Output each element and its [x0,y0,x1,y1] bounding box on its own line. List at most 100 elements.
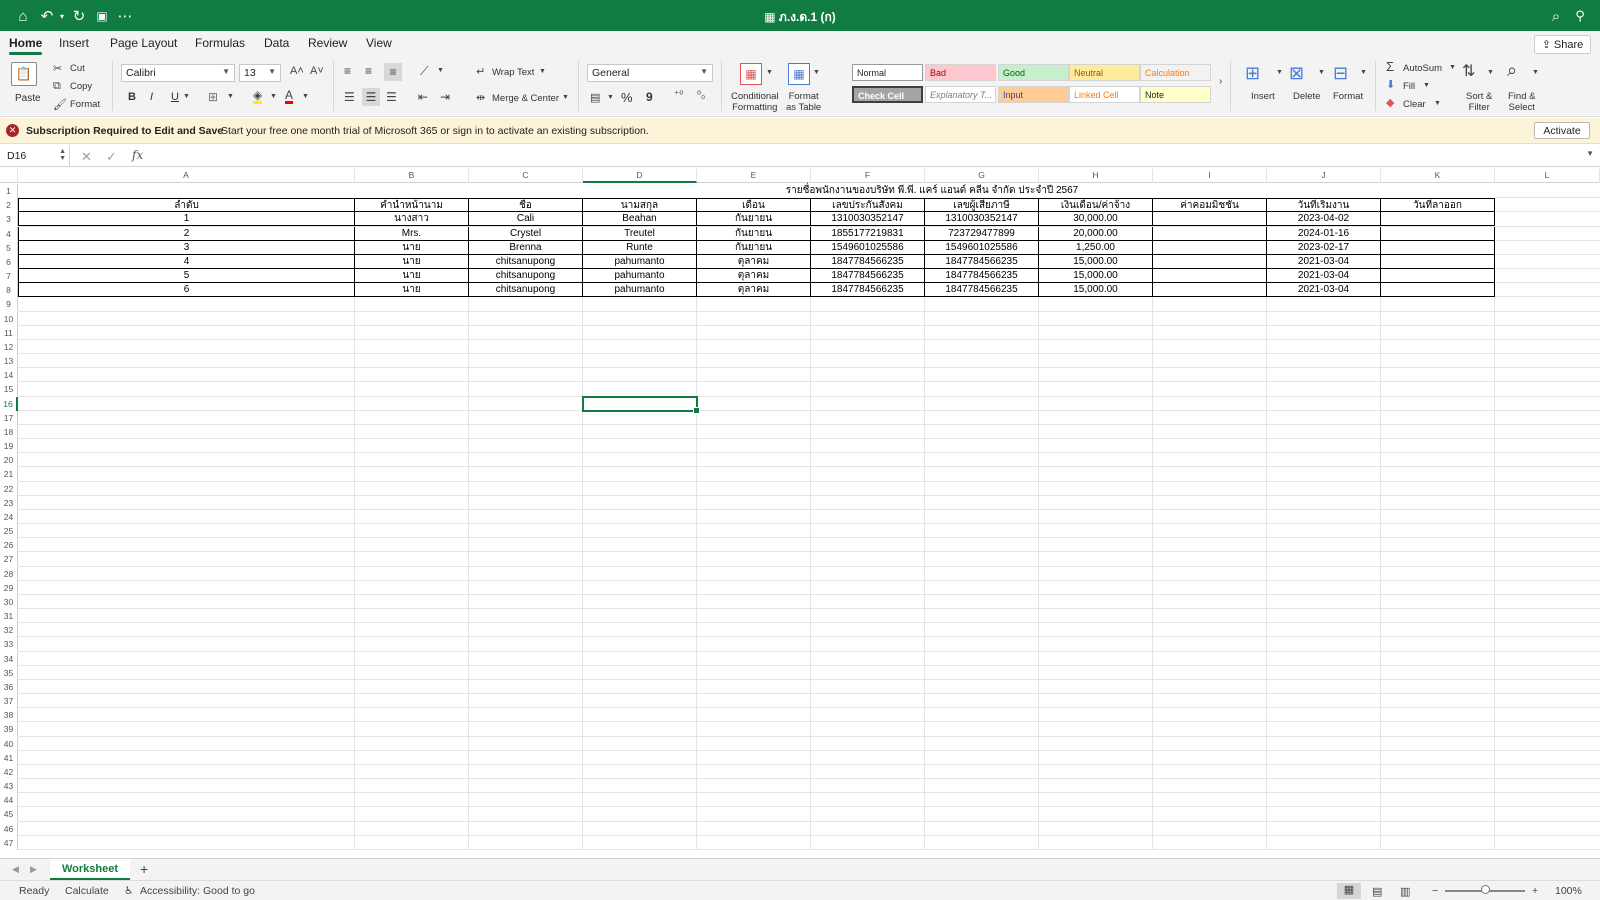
cut-icon[interactable]: ✂ [53,62,62,75]
row-header[interactable]: 35 [0,665,18,680]
row-header[interactable]: 39 [0,722,18,737]
delete-cells-button[interactable]: Delete [1293,91,1320,102]
row-header[interactable]: 17 [0,410,18,425]
table-cell[interactable]: กันยายน [697,212,811,227]
table-cell[interactable]: Cali [469,212,583,227]
table-cell[interactable] [1381,240,1495,255]
table-cell[interactable]: 2023-02-17 [1267,240,1381,255]
align-right-icon[interactable]: ☰ [386,90,397,104]
name-box[interactable]: D16 ▲ ▼ [0,145,70,167]
selected-cell-d16[interactable] [582,395,700,414]
chevron-down-icon[interactable]: ▼ [1276,69,1283,76]
row-header[interactable]: 41 [0,750,18,765]
table-cell[interactable]: Brenna [469,240,583,255]
function-icon[interactable]: fx [132,148,143,162]
table-cell[interactable]: 1847784566235 [925,269,1039,284]
tab-insert[interactable]: Insert [59,36,89,50]
row-header[interactable]: 1 [0,184,18,198]
add-sheet-button[interactable]: + [140,861,148,877]
share-button[interactable]: ⇪ Share [1534,35,1591,54]
increase-decimal-icon[interactable]: ⁺⁰ [674,90,683,101]
merge-center-button[interactable]: Merge & Center [492,93,559,104]
column-header-d[interactable]: D [583,169,697,183]
table-cell[interactable]: กันยายน [697,240,811,255]
conditional-formatting-icon[interactable]: ▦ [740,63,762,85]
table-cell[interactable] [1381,254,1495,269]
chevron-down-icon[interactable]: ▼ [183,93,190,100]
row-header[interactable]: 13 [0,354,18,369]
table-cell[interactable]: 723729477899 [925,226,1039,241]
wrap-text-icon[interactable]: ↵ [476,65,485,78]
table-cell[interactable]: 1847784566235 [925,283,1039,298]
font-color-icon[interactable]: A [285,88,294,104]
cell-style-bad[interactable]: Bad [925,64,996,81]
activate-button[interactable]: Activate [1534,122,1590,139]
table-cell[interactable]: ตุลาคม [697,283,811,298]
chevron-right-icon[interactable]: › [1219,76,1222,87]
copy-icon[interactable]: ⧉ [53,80,61,93]
row-header[interactable]: 21 [0,467,18,482]
row-header[interactable]: 29 [0,580,18,595]
row-header[interactable]: 38 [0,708,18,723]
scroll-right-icon[interactable]: ▶ [30,864,37,875]
row-header[interactable]: 7 [0,269,18,284]
format-painter-button[interactable]: Format [70,99,100,110]
column-header-f[interactable]: F [811,169,925,183]
column-header-b[interactable]: B [355,169,469,183]
cell-style-good[interactable]: Good [998,64,1069,81]
table-cell[interactable]: นาย [355,254,469,269]
number-format-select[interactable]: General ▼ [587,64,713,82]
table-cell[interactable]: 15,000.00 [1039,269,1153,284]
table-cell[interactable]: ตุลาคม [697,254,811,269]
column-heading[interactable]: เดือน [697,198,811,213]
cancel-icon[interactable]: ✕ [81,149,92,165]
table-cell[interactable]: 1549601025586 [811,240,925,255]
chevron-down-icon[interactable]: ▼ [607,94,614,101]
conditional-formatting-button[interactable]: Conditional Formatting [731,91,779,113]
row-header[interactable]: 12 [0,339,18,354]
expand-formula-icon[interactable]: ▼ [1586,149,1594,158]
chevron-down-icon[interactable]: ▼ [437,67,444,74]
row-header[interactable]: 2 [0,198,18,213]
row-header[interactable]: 46 [0,821,18,836]
table-cell[interactable]: นาย [355,240,469,255]
calculate-button[interactable]: Calculate [65,885,109,897]
table-cell[interactable] [1153,269,1267,284]
tab-review[interactable]: Review [308,36,347,50]
cell-style-note[interactable]: Note [1140,86,1211,103]
decrease-indent-icon[interactable]: ⇤ [418,90,428,104]
row-header[interactable]: 5 [0,240,18,255]
decrease-decimal-icon[interactable]: ⁰₀ [697,90,705,101]
insert-cells-button[interactable]: Insert [1251,91,1275,102]
clear-button[interactable]: Clear [1403,99,1426,110]
table-cell[interactable]: Mrs. [355,226,469,241]
chevron-down-icon[interactable]: ▼ [813,69,820,76]
chevron-down-icon[interactable]: ▼ [562,94,569,101]
table-cell[interactable]: 1310030352147 [811,212,925,227]
align-left-icon[interactable]: ☰ [344,90,355,104]
table-cell[interactable] [1153,240,1267,255]
table-cell[interactable]: 2021-03-04 [1267,254,1381,269]
format-as-table-icon[interactable]: ▦ [788,63,810,85]
table-cell[interactable]: นาย [355,269,469,284]
cell-style-input[interactable]: Input [998,86,1069,103]
cell-style-explanatory-t[interactable]: Explanatory T... [925,86,996,103]
column-header-j[interactable]: J [1267,169,1381,183]
table-cell[interactable]: chitsanupong [469,254,583,269]
row-header[interactable]: 24 [0,509,18,524]
search-icon[interactable]: ⌕ [1547,7,1565,25]
tab-home[interactable]: Home [9,36,43,55]
column-heading[interactable]: ลำดับ [18,198,355,213]
align-middle-icon[interactable]: ≡ [365,64,372,78]
italic-button[interactable]: I [150,91,153,103]
table-cell[interactable]: 2024-01-16 [1267,226,1381,241]
row-header[interactable]: 6 [0,254,18,269]
merge-center-icon[interactable]: ⇹ [476,91,485,104]
table-cell[interactable]: 1310030352147 [925,212,1039,227]
table-cell[interactable]: Beahan [583,212,697,227]
column-header-l[interactable]: L [1495,169,1600,183]
table-cell[interactable]: กันยายน [697,226,811,241]
tab-data[interactable]: Data [264,36,289,50]
row-header[interactable]: 43 [0,779,18,794]
row-header[interactable]: 15 [0,382,18,397]
